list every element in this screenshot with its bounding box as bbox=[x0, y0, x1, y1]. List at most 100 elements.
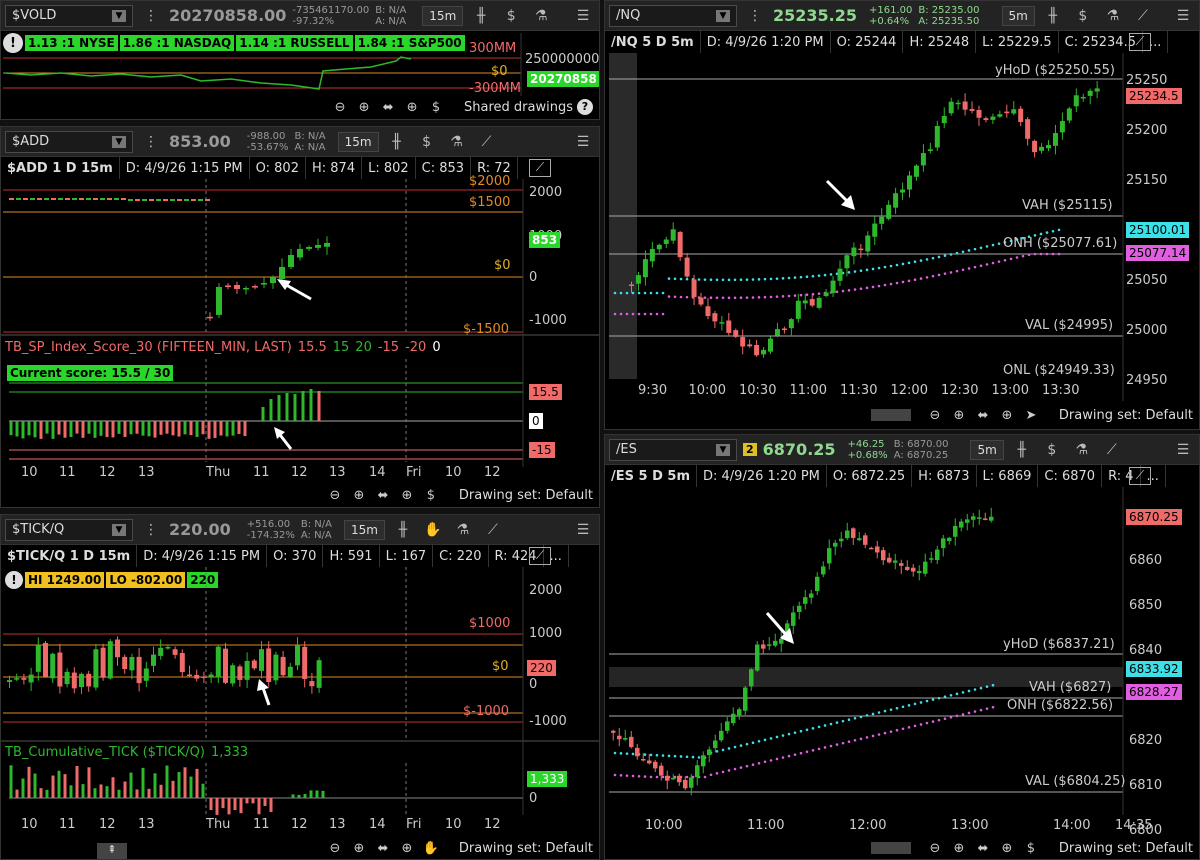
zoom-out-icon[interactable]: ⊖ bbox=[325, 488, 345, 503]
nq-candle-body bbox=[781, 328, 787, 331]
candle-style-icon[interactable]: ╫ bbox=[1010, 439, 1034, 461]
shared-drawings-label[interactable]: Shared drawings bbox=[464, 100, 573, 115]
nq-symbol-selector[interactable]: /NQ ▼ bbox=[609, 4, 737, 27]
hand-icon[interactable]: ✋ bbox=[421, 841, 441, 856]
add-style-icon[interactable]: ⟋ bbox=[529, 159, 551, 177]
tick-timeframe[interactable]: 15m bbox=[343, 519, 385, 540]
zoom-in-icon[interactable]: ⊕ bbox=[349, 488, 369, 503]
score-study-name[interactable]: TB_SP_Index_Score_30 (FIFTEEN_MIN, LAST) bbox=[5, 340, 292, 355]
menu-icon[interactable]: ☰ bbox=[571, 131, 595, 153]
drawing-tools-icon[interactable]: ⟋ bbox=[1131, 5, 1155, 27]
cursor-icon[interactable]: ➤ bbox=[1021, 408, 1041, 423]
flask-icon[interactable]: ⚗ bbox=[445, 131, 469, 153]
zoom-in-icon[interactable]: ⊕ bbox=[349, 841, 369, 856]
es-drawing-set[interactable]: Drawing set: Default bbox=[1059, 841, 1193, 856]
zoom-out-icon[interactable]: ⊖ bbox=[925, 841, 945, 856]
drawing-tools-icon[interactable]: ⟋ bbox=[1100, 439, 1124, 461]
es-vwap-cyan-dot bbox=[757, 739, 761, 743]
nq-vwap-mag-dot bbox=[937, 273, 941, 277]
nq-candle-body bbox=[788, 319, 794, 329]
pan-icon[interactable]: ⬌ bbox=[378, 100, 398, 115]
es-scrollbar[interactable] bbox=[870, 842, 911, 854]
tick-axis-m1000: -1000 bbox=[529, 714, 567, 729]
zoom-in-icon[interactable]: ⊕ bbox=[354, 100, 374, 115]
es-candle-body bbox=[719, 730, 724, 741]
add-x-tick: 13 bbox=[329, 465, 346, 480]
hand-icon[interactable]: ✋ bbox=[421, 519, 445, 541]
crosshair-icon[interactable]: ⊕ bbox=[997, 408, 1017, 423]
es-symbol-selector[interactable]: /ES ▼ bbox=[609, 438, 737, 461]
expand-icon[interactable]: ⇞ bbox=[97, 843, 127, 859]
es-timeframe[interactable]: 5m bbox=[970, 439, 1004, 460]
tick-symbol-selector[interactable]: $TICK/Q ▼ bbox=[5, 518, 133, 541]
vold-symbol-selector[interactable]: $VOLD ▼ bbox=[5, 4, 133, 27]
es-header: /ES ▼ 2 6870.25 +46.25 +0.68% B: 6870.00 A:… bbox=[605, 435, 1199, 465]
zoom-in-icon[interactable]: ⊕ bbox=[949, 841, 969, 856]
pan-icon[interactable]: ⬌ bbox=[973, 841, 993, 856]
nq-candle-body bbox=[677, 232, 683, 258]
menu-icon[interactable]: ☰ bbox=[1171, 439, 1195, 461]
flask-icon[interactable]: ⚗ bbox=[451, 519, 475, 541]
nq-style-icon[interactable]: ⟋ bbox=[1129, 33, 1151, 51]
add-x-tick: 10 bbox=[21, 465, 38, 480]
pan-icon[interactable]: ⬌ bbox=[973, 408, 993, 423]
tick-candle-body bbox=[194, 674, 200, 679]
crosshair-icon[interactable]: ⊕ bbox=[402, 100, 422, 115]
drawing-tools-icon[interactable]: ⟋ bbox=[481, 519, 505, 541]
chevron-down-icon[interactable]: ▼ bbox=[112, 9, 126, 22]
candle-style-icon[interactable]: ╫ bbox=[1041, 5, 1065, 27]
add-date: D: 4/9/26 1:15 PM bbox=[120, 157, 250, 179]
nq-timeframe[interactable]: 5m bbox=[1001, 5, 1035, 26]
candle-style-icon[interactable]: ╫ bbox=[469, 5, 493, 27]
flask-icon[interactable]: ⚗ bbox=[1070, 439, 1094, 461]
nq-candle-body bbox=[642, 259, 648, 278]
zoom-in-icon[interactable]: ⊕ bbox=[949, 408, 969, 423]
pan-icon[interactable]: ⬌ bbox=[373, 841, 393, 856]
tick-drawing-set[interactable]: Drawing set: Default bbox=[459, 841, 593, 856]
es-vwap-cyan-dot bbox=[637, 752, 641, 756]
es-candle-body bbox=[761, 644, 766, 649]
crosshair-icon[interactable]: ⊕ bbox=[397, 841, 417, 856]
add-drawing-set[interactable]: Drawing set: Default bbox=[459, 488, 593, 503]
chevron-down-icon[interactable]: ▼ bbox=[112, 135, 126, 148]
zoom-out-icon[interactable]: ⊖ bbox=[330, 100, 350, 115]
tick-candle-body bbox=[143, 668, 149, 681]
dollar-icon[interactable]: $ bbox=[421, 488, 441, 503]
flask-icon[interactable]: ⚗ bbox=[529, 5, 553, 27]
dollar-icon[interactable]: $ bbox=[426, 100, 446, 115]
add-timeframe[interactable]: 15m bbox=[337, 131, 379, 152]
zoom-out-icon[interactable]: ⊖ bbox=[325, 841, 345, 856]
tick-style-icon[interactable]: ⟋ bbox=[529, 547, 551, 565]
zoom-out-icon[interactable]: ⊖ bbox=[925, 408, 945, 423]
vold-timeframe[interactable]: 15m bbox=[422, 5, 464, 26]
nq-scrollbar[interactable] bbox=[870, 409, 911, 421]
dollar-icon[interactable]: $ bbox=[499, 5, 523, 27]
chevron-down-icon[interactable]: ▼ bbox=[112, 523, 126, 536]
chevron-down-icon[interactable]: ▼ bbox=[716, 443, 730, 456]
nq-x-tick: 12:30 bbox=[941, 383, 979, 398]
crosshair-icon[interactable]: ⊕ bbox=[997, 841, 1017, 856]
dollar-icon[interactable]: $ bbox=[1071, 5, 1095, 27]
cum-study-name[interactable]: TB_Cumulative_TICK ($TICK/Q) bbox=[5, 745, 205, 760]
menu-icon[interactable]: ☰ bbox=[571, 519, 595, 541]
menu-icon[interactable]: ☰ bbox=[1171, 5, 1195, 27]
help-icon[interactable]: ? bbox=[577, 99, 593, 115]
es-alert-badge[interactable]: 2 bbox=[743, 443, 757, 456]
chevron-down-icon[interactable]: ▼ bbox=[716, 9, 730, 22]
pan-icon[interactable]: ⬌ bbox=[373, 488, 393, 503]
dollar-icon[interactable]: $ bbox=[1040, 439, 1064, 461]
es-style-icon[interactable]: ⟋ bbox=[1129, 467, 1151, 485]
flask-icon[interactable]: ⚗ bbox=[1101, 5, 1125, 27]
nq-vwap-mag-dot bbox=[955, 269, 959, 273]
nq-drawing-set[interactable]: Drawing set: Default bbox=[1059, 408, 1193, 423]
menu-icon[interactable]: ☰ bbox=[571, 5, 595, 27]
candle-style-icon[interactable]: ╫ bbox=[385, 131, 409, 153]
crosshair-icon[interactable]: ⊕ bbox=[397, 488, 417, 503]
dollar-icon[interactable]: $ bbox=[1021, 841, 1041, 856]
candle-style-icon[interactable]: ╫ bbox=[391, 519, 415, 541]
add-symbol-selector[interactable]: $ADD ▼ bbox=[5, 130, 133, 153]
es-candle-body bbox=[647, 760, 652, 764]
dollar-icon[interactable]: $ bbox=[415, 131, 439, 153]
nq-candle-body bbox=[740, 337, 746, 347]
drawing-tools-icon[interactable]: ⟋ bbox=[475, 131, 499, 153]
